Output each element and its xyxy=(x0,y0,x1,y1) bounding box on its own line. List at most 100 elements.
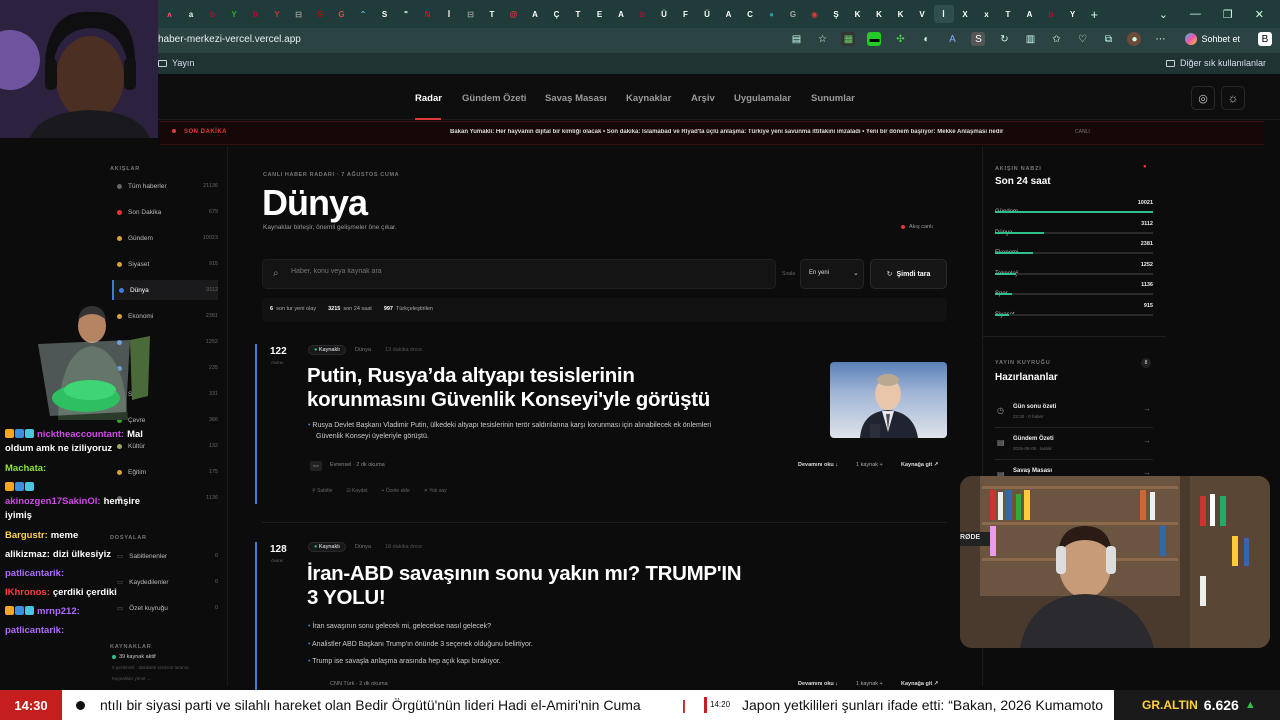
browser-tab[interactable]: G xyxy=(332,5,352,23)
source-count[interactable]: 1 kaynak + xyxy=(856,462,883,468)
browser-tab[interactable]: T xyxy=(999,5,1019,23)
browser-tab[interactable]: F xyxy=(676,5,696,23)
browser-tab[interactable]: ʌ xyxy=(160,5,180,23)
queue-item[interactable]: ◷ Gün sonu özeti 23:30 · 0 haber → xyxy=(995,398,1153,428)
browser-tab[interactable]: C xyxy=(741,5,761,23)
search-input[interactable] xyxy=(291,268,751,275)
favorites-icon[interactable]: ✩ xyxy=(1049,32,1063,46)
nav-item[interactable]: Gündem Özeti xyxy=(462,93,526,104)
browser-tab[interactable]: A xyxy=(526,5,546,23)
browser-tab[interactable]: Y xyxy=(225,5,245,23)
browser-tab[interactable]: ● xyxy=(762,5,782,23)
add-to-summary-button[interactable]: + Özete ekle xyxy=(382,488,410,494)
article-image[interactable] xyxy=(830,362,947,438)
url-field[interactable]: haber-merkezi-vercel.vercel.app xyxy=(158,34,301,45)
browser-tab[interactable]: K xyxy=(891,5,911,23)
theme-toggle-icon[interactable]: ☼ xyxy=(1221,86,1245,110)
minimize-icon[interactable]: — xyxy=(1190,8,1201,20)
other-bookmarks[interactable]: Diğer sık kullanılanlar xyxy=(1165,58,1266,68)
sidebar-item[interactable]: Dünya 3112 xyxy=(112,280,218,300)
new-tab-icon[interactable]: + xyxy=(1091,7,1099,22)
extension-dark-icon[interactable]: ◐ xyxy=(919,32,933,46)
read-more-link[interactable]: Devamını oku ↓ xyxy=(798,462,838,468)
extension-s-icon[interactable]: S xyxy=(971,32,986,46)
nav-item[interactable]: Savaş Masası xyxy=(545,93,607,104)
extension-puzzle-icon[interactable]: ✣ xyxy=(893,32,907,46)
browser-tab[interactable]: b xyxy=(1042,5,1062,23)
browser-tab[interactable]: İ xyxy=(934,5,954,23)
more-menu-icon[interactable]: ⋯ xyxy=(1153,32,1167,46)
browser-tab[interactable]: T xyxy=(569,5,589,23)
browser-tab[interactable]: A xyxy=(719,5,739,23)
search-box[interactable]: ⌕ xyxy=(262,259,776,289)
close-window-icon[interactable]: ✕ xyxy=(1255,8,1264,21)
browser-tab[interactable]: Y xyxy=(1063,5,1083,23)
article-title-line1[interactable]: Putin, Rusya’da altyapı tesislerinin xyxy=(307,364,635,388)
browser-tab[interactable]: A xyxy=(1020,5,1040,23)
browser-essentials-icon[interactable]: ♡ xyxy=(1075,32,1089,46)
browser-tab[interactable]: Ü xyxy=(698,5,718,23)
refresh-ext-icon[interactable]: ↻ xyxy=(997,32,1011,46)
browser-tab[interactable]: A xyxy=(612,5,632,23)
browser-tab[interactable]: S xyxy=(375,5,395,23)
save-button[interactable]: ⊡ Kaydet xyxy=(346,488,367,494)
queue-item[interactable]: ▤ Gündem Özeti 2026-08-08 · taslak → xyxy=(995,430,1153,460)
source-count[interactable]: 1 kaynak + xyxy=(856,681,883,687)
browser-tab[interactable]: x xyxy=(977,5,997,23)
sidebar-item[interactable]: Siyaset 915 xyxy=(112,254,218,274)
browser-tab[interactable]: ◉ xyxy=(805,5,825,23)
browser-tab[interactable]: X xyxy=(956,5,976,23)
sort-select[interactable]: En yeni ⌄ xyxy=(800,259,864,289)
browser-tab[interactable]: ⊟ xyxy=(461,5,481,23)
browser-tab[interactable]: K xyxy=(870,5,890,23)
settings-icon[interactable]: ◎ xyxy=(1191,86,1215,110)
go-to-source-link[interactable]: Kaynağa git ↗ xyxy=(901,681,938,687)
sidebar-ext-icon[interactable]: B xyxy=(1258,32,1272,46)
browser-tab[interactable]: İ xyxy=(440,5,460,23)
browser-tab[interactable]: N xyxy=(418,5,438,23)
nav-item[interactable]: Uygulamalar xyxy=(734,93,791,104)
collections-icon[interactable]: ⧉ xyxy=(1101,32,1115,46)
browser-tab[interactable]: E xyxy=(590,5,610,23)
browser-tab[interactable]: Y xyxy=(268,5,288,23)
bookmark-yayin[interactable]: Yayın xyxy=(158,58,194,68)
browser-tab[interactable]: Ç xyxy=(547,5,567,23)
browser-tab[interactable]: b xyxy=(246,5,266,23)
tab-search-icon[interactable]: ⌄ xyxy=(1159,8,1168,21)
browser-tab[interactable]: V xyxy=(913,5,933,23)
extension-green-icon[interactable]: ▬ xyxy=(867,32,882,46)
extension-icon[interactable]: ▦ xyxy=(841,32,856,46)
browser-tab[interactable]: @ xyxy=(504,5,524,23)
nav-item[interactable]: Radar xyxy=(415,93,442,104)
article-title-line2[interactable]: 3 YOLU! xyxy=(307,586,386,610)
pin-button[interactable]: ⚲ Sabitle xyxy=(312,488,332,494)
read-more-link[interactable]: Devamını oku ↓ xyxy=(798,681,838,687)
split-screen-icon[interactable]: ▥ xyxy=(1023,32,1037,46)
browser-tab[interactable]: ⊟ xyxy=(289,5,309,23)
article-title-line1[interactable]: İran-ABD savaşının sonu yakın mı? TRUMP'… xyxy=(307,562,742,586)
browser-tab[interactable]: " xyxy=(397,5,417,23)
profile-avatar[interactable]: ● xyxy=(1127,32,1142,46)
copilot-chat-button[interactable]: Sohbet et xyxy=(1179,31,1246,47)
nav-item[interactable]: Arşiv xyxy=(691,93,715,104)
browser-tab[interactable]: b xyxy=(633,5,653,23)
sidebar-item[interactable]: Tüm haberler 21136 xyxy=(112,176,218,196)
favorite-star-icon[interactable]: ☆ xyxy=(815,32,829,46)
maximize-icon[interactable]: ❐ xyxy=(1223,8,1233,21)
breaking-text[interactable]: Bakan Yumaklı: Her hayvanın dijital bir … xyxy=(450,129,1060,135)
sidebar-item[interactable]: Gündem 10023 xyxy=(112,228,218,248)
sources-manage-link[interactable]: Kaynakları yönet → xyxy=(112,676,151,681)
browser-tab[interactable]: K xyxy=(848,5,868,23)
browser-tab[interactable]: a xyxy=(182,5,202,23)
refresh-button[interactable]: ↻ Şimdi tara xyxy=(870,259,947,289)
browser-tab[interactable]: S xyxy=(311,5,331,23)
browser-tab[interactable]: Ş xyxy=(827,5,847,23)
browser-tab[interactable]: G xyxy=(784,5,804,23)
browser-tab[interactable]: T xyxy=(483,5,503,23)
article-title-line2[interactable]: korunmasını Güvenlik Konseyi'yle görüştü xyxy=(307,388,710,412)
sidebar-item[interactable]: Son Dakika 679 xyxy=(112,202,218,222)
translate-icon[interactable]: A xyxy=(945,32,959,46)
reader-icon[interactable]: ▤ xyxy=(789,32,803,46)
browser-tab[interactable]: ⌃ xyxy=(354,5,374,23)
browser-tab[interactable]: b xyxy=(203,5,223,23)
